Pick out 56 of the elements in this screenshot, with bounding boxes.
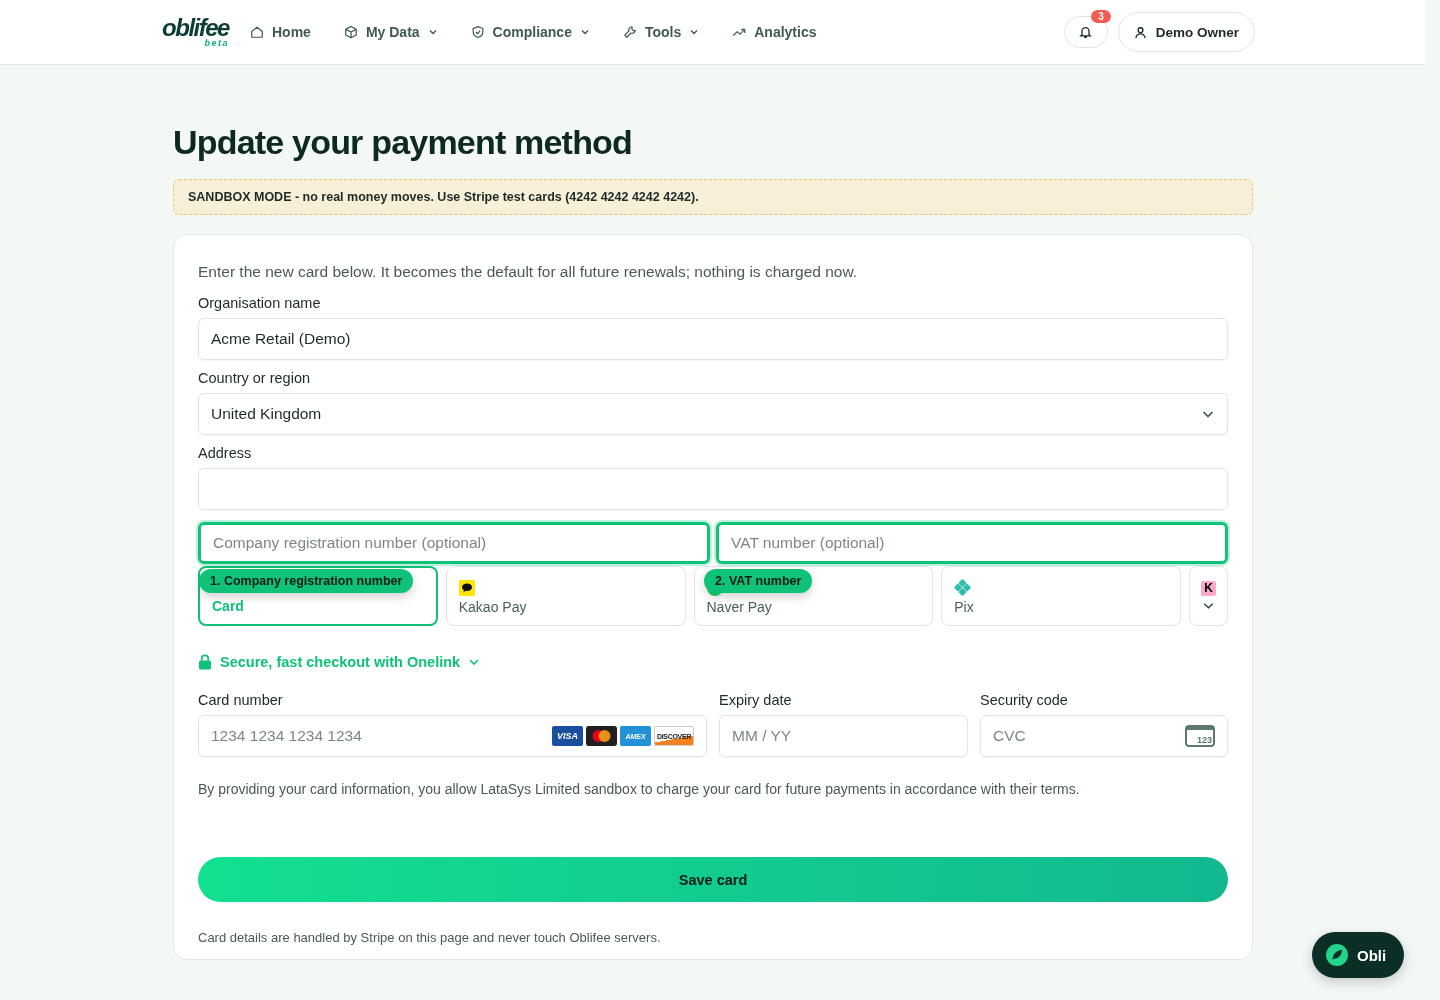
leaf-icon [1326,944,1348,966]
wrench-icon [622,25,637,39]
tour-step-badge: 1. Company registration number [199,569,414,593]
field-label: Security code [980,692,1069,708]
tour-step-badge: 2. VAT number [704,569,813,593]
field-label: Card number [198,692,284,708]
field-label: Address [198,445,253,461]
page-title: Update your payment method [173,123,634,162]
method-label: Kakao Pay [458,599,527,615]
user-menu-button[interactable]: Demo Owner [1117,12,1255,52]
sandbox-notice: SANDBOX MODE - no real money moves. Use Stripe test cards (4242 4242 4242 4242). [173,179,1253,215]
chevron-down-icon [579,27,590,37]
nav-link[interactable]: Compliance [470,24,590,40]
cube-icon [343,25,358,39]
payment-method-tab[interactable]: Kakao Pay [445,566,686,626]
field-label: Expiry date [719,692,793,708]
nav-link[interactable]: My Data [343,24,438,40]
footnote-text: Card details are handled by Stripe on this page and never touch Oblifee servers. [198,930,662,945]
save-card-button[interactable]: Save card [198,857,1228,902]
home-icon [250,25,264,39]
nav-link[interactable]: Home [250,24,311,40]
nav-link[interactable]: Analytics [732,24,817,40]
method-label: Card [212,598,244,614]
method-label: Naver Pay [706,599,772,615]
overlapping-circles-icon [586,726,617,746]
country-select[interactable]: United Kingdom [198,393,1228,435]
payment-method-tab[interactable]: K [1189,566,1228,626]
bell-icon [1079,25,1093,39]
speech-bubble-icon [458,580,475,596]
field-label: Country or region [198,370,312,386]
user-icon [1133,25,1147,39]
assistant-button[interactable]: Obli [1312,932,1405,978]
chevron-down-icon [468,656,481,668]
field-label: Organisation name [198,295,322,311]
card-back-icon: 123 [1185,725,1215,747]
shield-icon [470,25,485,39]
cvc-field[interactable]: CVC 123 [980,715,1228,757]
intro-text: Enter the new card below. It becomes the default for all future renewals; nothing is charged now. [198,262,858,282]
chevron-down-icon [427,27,438,37]
notification-count: 3 [1091,10,1111,23]
card-brand-logo: VISA [552,726,583,746]
chevron-down-icon [689,27,700,37]
beta-label: beta [204,39,229,48]
consent-text: By providing your card information, you allow LataSys Limited sandbox to charge your card for future payments in accordance with their terms. [198,781,1081,797]
diamond-icon [954,579,972,596]
k-icon: K [1201,580,1216,596]
text-field[interactable] [198,468,1228,510]
optional-field[interactable]: Company registration number (optional) [198,522,710,564]
optional-field[interactable]: VAT number (optional) [716,522,1228,564]
logo-text: oblifee [162,16,229,40]
method-label: Pix [954,599,974,615]
payment-method-tab[interactable]: Pix [941,566,1181,626]
lock-icon [198,654,212,670]
text-field[interactable]: Acme Retail (Demo) [198,318,1228,360]
expiry-field[interactable]: MM / YY [719,715,968,757]
nav-link[interactable]: Tools [622,24,700,40]
